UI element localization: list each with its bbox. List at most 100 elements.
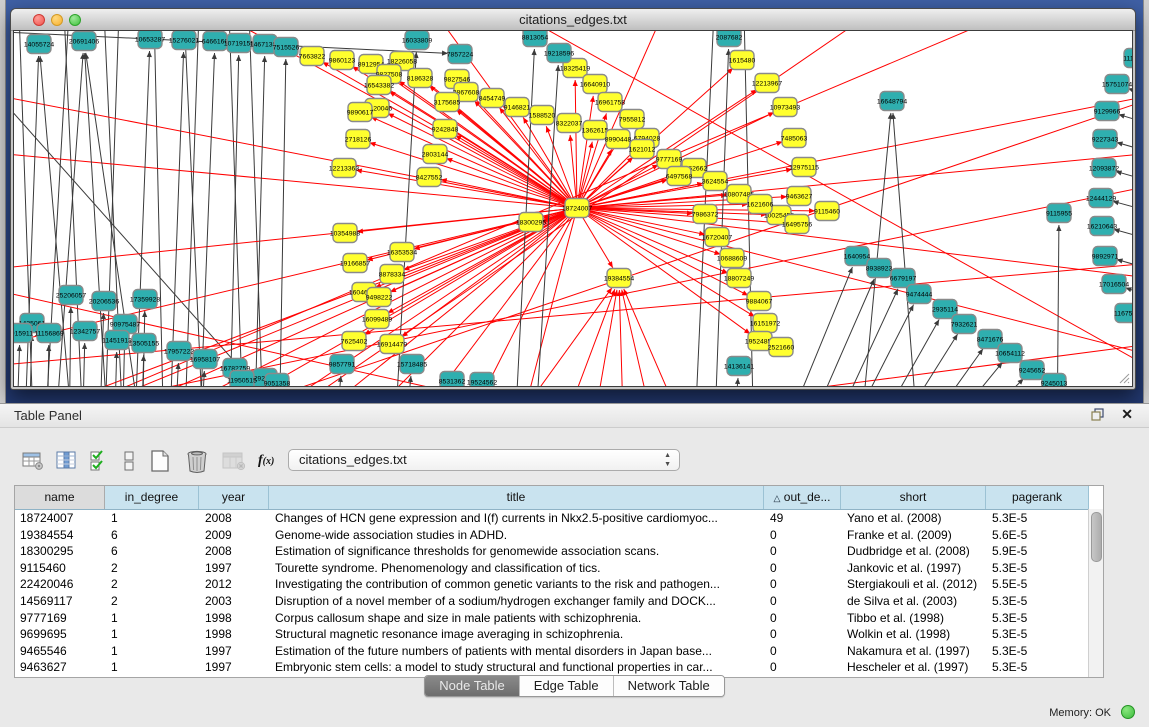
cell-in_degree[interactable]: 2	[105, 593, 199, 610]
cell-name[interactable]: 9115460	[15, 560, 105, 577]
network-node-18724007[interactable]: 18724007	[562, 199, 592, 218]
table-row[interactable]: 969969511998Structural magnetic resonanc…	[15, 626, 1103, 643]
scrollbar-thumb[interactable]	[1091, 512, 1102, 562]
network-node-9129966[interactable]: 9129966	[1094, 102, 1121, 121]
network-node-16151972[interactable]: 16151972	[750, 314, 780, 333]
network-node-13505155[interactable]: 13505155	[129, 334, 159, 353]
cell-pagerank[interactable]: 5.3E-5	[986, 510, 1089, 527]
cell-pagerank[interactable]: 5.9E-5	[986, 543, 1089, 560]
table-row[interactable]: 977716911998Corpus callosum shape and si…	[15, 610, 1103, 627]
cell-year[interactable]: 2008	[199, 510, 269, 527]
network-node-8938923[interactable]: 8938923	[866, 259, 893, 278]
table-row[interactable]: 946362711997Embryonic stem cells: a mode…	[15, 659, 1103, 676]
cell-out_de[interactable]: 0	[764, 643, 841, 660]
cell-name[interactable]: 18724007	[15, 510, 105, 527]
network-node-9242848[interactable]: 9242848	[432, 120, 459, 139]
network-node-16353534[interactable]: 16353534	[387, 243, 417, 262]
table-body[interactable]: 1872400712008Changes of HCN gene express…	[15, 510, 1103, 676]
network-node-7857224[interactable]: 7857224	[447, 45, 474, 64]
network-node-16495756[interactable]: 16495756	[782, 215, 812, 234]
network-node-9474444[interactable]: 9474444	[906, 285, 933, 304]
network-node-10653287[interactable]: 10653287	[135, 31, 165, 49]
cell-year[interactable]: 2009	[199, 527, 269, 544]
cell-title[interactable]: Estimation of significance thresholds fo…	[269, 543, 764, 560]
cell-short[interactable]: Dudbridge et al. (2008)	[841, 543, 986, 560]
cell-out_de[interactable]: 0	[764, 527, 841, 544]
cell-pagerank[interactable]: 5.3E-5	[986, 610, 1089, 627]
cell-name[interactable]: 19384554	[15, 527, 105, 544]
network-node-17016504[interactable]: 17016504	[1099, 275, 1129, 294]
function-builder-icon[interactable]: f(x)	[258, 453, 274, 469]
cell-short[interactable]: Yano et al. (2008)	[841, 510, 986, 527]
network-node-16961758[interactable]: 16961758	[595, 93, 625, 112]
network-node-14136141[interactable]: 14136141	[724, 357, 754, 376]
column-header-short[interactable]: short	[841, 486, 986, 509]
cell-title[interactable]: Tourette syndrome. Phenomenology and cla…	[269, 560, 764, 577]
cell-pagerank[interactable]: 5.6E-5	[986, 527, 1089, 544]
network-node-8531362[interactable]: 8531362	[439, 372, 466, 388]
cell-pagerank[interactable]: 5.3E-5	[986, 659, 1089, 676]
create-table-icon[interactable]	[148, 449, 172, 473]
network-node-7986372[interactable]: 7986372	[692, 205, 719, 224]
network-node-7955812[interactable]: 7955812	[619, 110, 646, 129]
cell-out_de[interactable]: 0	[764, 576, 841, 593]
network-node-17359928[interactable]: 17359928	[130, 290, 160, 309]
network-node-9777169[interactable]: 9777169	[656, 150, 683, 169]
float-panel-icon[interactable]	[1091, 408, 1105, 422]
cell-year[interactable]: 2008	[199, 543, 269, 560]
network-node-8186328[interactable]: 8186328	[407, 69, 434, 88]
cell-in_degree[interactable]: 6	[105, 527, 199, 544]
cell-name[interactable]: 9465546	[15, 643, 105, 660]
network-node-20206536[interactable]: 20206536	[89, 292, 119, 311]
network-node-19384554[interactable]: 19384554	[604, 269, 634, 288]
network-node-19218596[interactable]: 19218596	[544, 44, 574, 63]
network-node-9051358[interactable]: 9051358	[264, 374, 291, 388]
column-header-in_degree[interactable]: in_degree	[105, 486, 199, 509]
cell-year[interactable]: 1998	[199, 626, 269, 643]
table-row[interactable]: 1938455462009Genome-wide association stu…	[15, 527, 1103, 544]
network-node-20691406[interactable]: 20691406	[69, 32, 99, 51]
network-node-16210643[interactable]: 16210643	[1087, 217, 1117, 236]
network-node-7485063[interactable]: 7485063	[781, 129, 808, 148]
network-node-3175685[interactable]: 3175685	[434, 93, 461, 112]
tab-network-table[interactable]: Network Table	[613, 676, 724, 696]
network-node-12975115[interactable]: 12975115	[789, 158, 819, 177]
network-node-7625402[interactable]: 7625402	[341, 332, 368, 351]
network-node-9245652[interactable]: 9245652	[1019, 361, 1046, 380]
network-node-8454749[interactable]: 8454749	[479, 89, 506, 108]
cell-in_degree[interactable]: 1	[105, 659, 199, 676]
cell-in_degree[interactable]: 1	[105, 510, 199, 527]
table-vertical-scrollbar[interactable]	[1088, 509, 1103, 677]
cell-in_degree[interactable]: 6	[105, 543, 199, 560]
network-node-7932621[interactable]: 7932621	[951, 315, 978, 334]
table-type-segmented-control[interactable]: Node TableEdge TableNetwork Table	[424, 675, 725, 697]
network-node-15718485[interactable]: 15718485	[397, 355, 427, 374]
cell-title[interactable]: Corpus callosum shape and size in male p…	[269, 610, 764, 627]
network-node-8427552[interactable]: 8427552	[416, 168, 443, 187]
network-node-9227343[interactable]: 9227343	[1092, 130, 1119, 149]
cell-pagerank[interactable]: 5.5E-5	[986, 576, 1089, 593]
network-node-19166857[interactable]: 19166857	[340, 254, 370, 273]
network-node-9890617[interactable]: 9890617	[347, 103, 374, 122]
cell-year[interactable]: 2003	[199, 593, 269, 610]
column-header-name[interactable]: name	[15, 486, 105, 509]
network-node-10654112[interactable]: 10654112	[995, 344, 1025, 363]
network-node-9498222[interactable]: 9498222	[366, 288, 393, 307]
network-node-1167531[interactable]: 1167531	[1114, 304, 1133, 323]
network-node-10688609[interactable]: 10688609	[717, 249, 747, 268]
network-node-11156869[interactable]: 11156869	[34, 324, 63, 343]
network-node-9146821[interactable]: 9146821	[504, 98, 531, 117]
table-header-row[interactable]: namein_degreeyeartitle△ out_de...shortpa…	[15, 486, 1103, 510]
table-row[interactable]: 1830029562008Estimation of significance …	[15, 543, 1103, 560]
results-panel-edge[interactable]	[1143, 0, 1149, 403]
network-node-15751074[interactable]: 15751074	[1102, 75, 1132, 94]
cell-out_de[interactable]: 0	[764, 659, 841, 676]
cell-title[interactable]: Disruption of a novel member of a sodium…	[269, 593, 764, 610]
cell-title[interactable]: Estimation of the future numbers of pati…	[269, 643, 764, 660]
cell-year[interactable]: 1998	[199, 610, 269, 627]
network-node-1588520[interactable]: 1588520	[529, 106, 556, 125]
cell-year[interactable]: 1997	[199, 643, 269, 660]
network-node-16648794[interactable]: 16648794	[877, 92, 907, 111]
network-node-12213363[interactable]: 12213363	[329, 159, 359, 178]
row-height-icon[interactable]	[122, 450, 136, 472]
